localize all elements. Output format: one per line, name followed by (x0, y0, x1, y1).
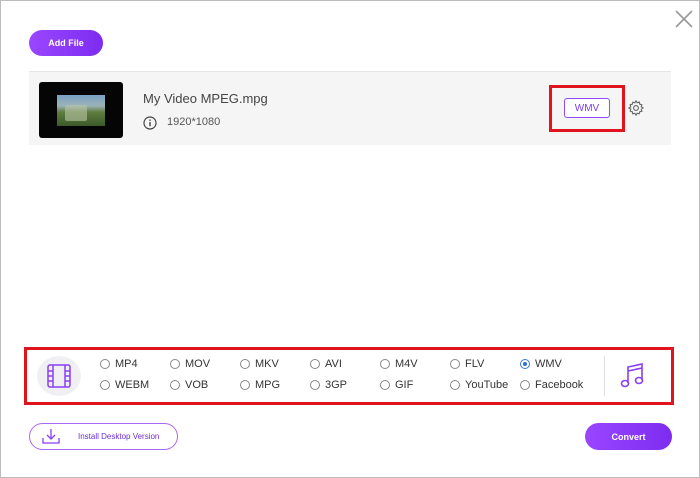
add-file-button[interactable]: Add File (29, 30, 103, 56)
format-option-mp4[interactable]: MP4 (100, 358, 138, 370)
format-label: WEBM (115, 379, 150, 391)
radio-avi[interactable] (310, 359, 320, 369)
format-label: AVI (325, 358, 342, 370)
format-option-vob[interactable]: VOB (170, 379, 208, 391)
format-label: FLV (465, 358, 485, 370)
format-label: M4V (395, 358, 418, 370)
format-option-avi[interactable]: AVI (310, 358, 342, 370)
file-row: My Video MPEG.mpg 1920*1080 WMV (29, 71, 671, 145)
radio-facebook[interactable] (520, 380, 530, 390)
panel-divider (604, 356, 605, 396)
radio-youtube[interactable] (450, 380, 460, 390)
format-label: GIF (395, 379, 414, 391)
install-desktop-button[interactable]: Install Desktop Version (29, 423, 178, 450)
radio-mp4[interactable] (100, 359, 110, 369)
format-label: YouTube (465, 379, 509, 391)
format-option-mkv[interactable]: MKV (240, 358, 279, 370)
radio-vob[interactable] (170, 380, 180, 390)
download-icon (42, 429, 60, 444)
file-name: My Video MPEG.mpg (143, 91, 268, 106)
radio-gif[interactable] (380, 380, 390, 390)
video-thumbnail (39, 82, 123, 138)
film-icon (47, 364, 71, 388)
converter-window: Add File My Video MPEG.mpg 1920*1080 WMV (0, 0, 700, 478)
output-format-badge[interactable]: WMV (564, 98, 610, 118)
format-option-mpg[interactable]: MPG (240, 379, 280, 391)
format-option-mov[interactable]: MOV (170, 358, 210, 370)
format-option-gif[interactable]: GIF (380, 379, 413, 391)
format-option-m4v[interactable]: M4V (380, 358, 418, 370)
format-option-wmv[interactable]: WMV (520, 358, 562, 370)
format-label: 3GP (325, 379, 348, 391)
format-option-youtube[interactable]: YouTube (450, 379, 508, 391)
format-selection-panel: MP4 MOV MKV AVI M4V FLV WMV WEBM VOB MPG… (24, 347, 674, 405)
format-option-facebook[interactable]: Facebook (520, 379, 583, 391)
format-option-3gp[interactable]: 3GP (310, 379, 347, 391)
info-icon[interactable] (143, 116, 157, 130)
radio-m4v[interactable] (380, 359, 390, 369)
format-label: MKV (255, 358, 279, 370)
close-icon[interactable] (673, 8, 695, 30)
video-category-tab[interactable] (37, 356, 81, 396)
radio-mov[interactable] (170, 359, 180, 369)
format-option-flv[interactable]: FLV (450, 358, 484, 370)
format-label: MP4 (115, 358, 138, 370)
format-label: VOB (185, 379, 209, 391)
format-label: Facebook (535, 379, 584, 391)
convert-button[interactable]: Convert (585, 423, 672, 450)
radio-flv[interactable] (450, 359, 460, 369)
format-option-webm[interactable]: WEBM (100, 379, 149, 391)
radio-webm[interactable] (100, 380, 110, 390)
gear-icon[interactable] (627, 99, 645, 117)
format-label: WMV (535, 358, 562, 370)
thumbnail-image (57, 95, 105, 126)
format-label: MPG (255, 379, 281, 391)
radio-mkv[interactable] (240, 359, 250, 369)
music-note-icon[interactable] (619, 362, 645, 390)
radio-mpg[interactable] (240, 380, 250, 390)
format-label: MOV (185, 358, 211, 370)
install-desktop-label: Install Desktop Version (78, 432, 160, 441)
file-resolution: 1920*1080 (167, 116, 221, 128)
radio-wmv-selected[interactable] (520, 359, 530, 369)
radio-3gp[interactable] (310, 380, 320, 390)
